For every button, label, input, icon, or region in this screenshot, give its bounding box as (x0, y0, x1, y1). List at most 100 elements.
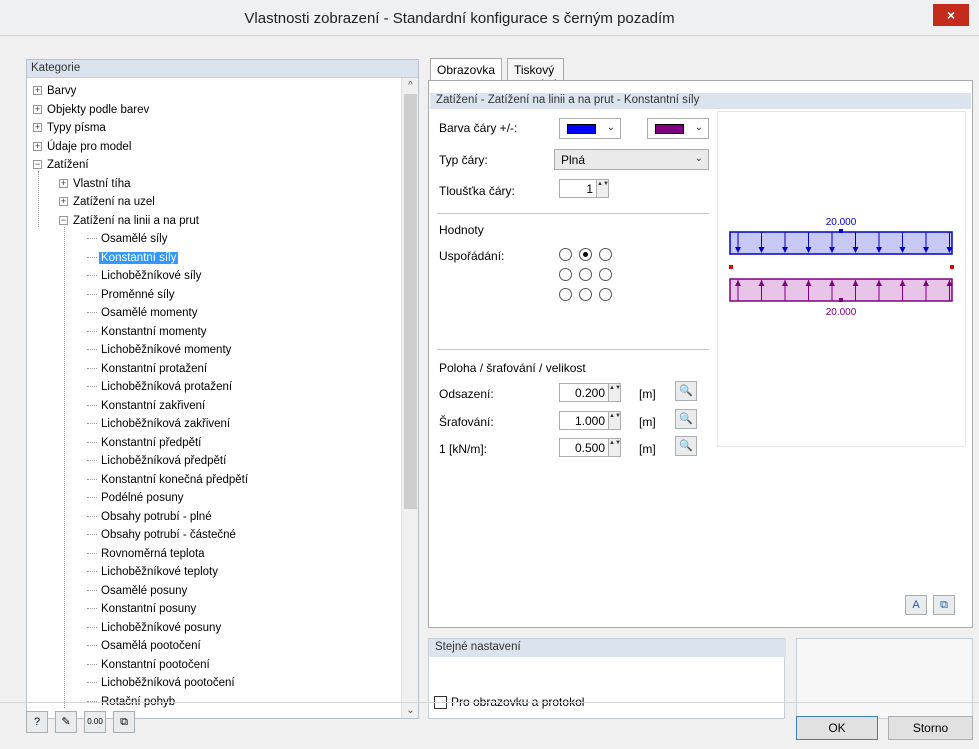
close-button[interactable]: × (933, 4, 969, 26)
arrangement-radio[interactable] (579, 268, 592, 281)
tree-item[interactable]: Konstantní konečná předpětí (87, 472, 250, 488)
scale-spinner[interactable]: 0.500 ▲▼ (559, 438, 621, 457)
tree-item-label: Proměnné síly (101, 288, 175, 301)
arrangement-radio[interactable] (579, 288, 592, 301)
pick-scale-button[interactable]: 🔍 (675, 436, 697, 456)
tree-item[interactable]: Lichoběžníková pootočení (87, 675, 237, 691)
collapse-icon[interactable]: − (33, 160, 42, 170)
pick-hatching-button[interactable]: 🔍 (675, 409, 697, 429)
arrangement-radio[interactable] (599, 288, 612, 301)
negative-color-select[interactable]: ⌄ (647, 118, 709, 139)
arrangement-radio[interactable] (559, 248, 572, 261)
negative-value-label: 20.000 (826, 307, 857, 318)
line-width-spinner[interactable]: 1 ▲▼ (559, 179, 609, 198)
expand-icon[interactable]: + (33, 141, 42, 151)
tree-item[interactable]: − Zatížení (33, 157, 91, 173)
tree-item[interactable]: + Objekty podle barev (33, 102, 151, 118)
tree-item[interactable]: Lichoběžníkové momenty (87, 342, 233, 358)
tree-item[interactable]: Osamělé síly (87, 231, 169, 247)
expand-icon[interactable]: + (33, 86, 42, 96)
scroll-down-icon[interactable]: ⌄ (402, 705, 419, 716)
reset-button[interactable]: ⧉ (933, 595, 955, 615)
tree-item[interactable]: + Typy písma (33, 120, 108, 136)
tree-item[interactable]: Obsahy potrubí - částečné (87, 527, 238, 543)
tree-item[interactable]: Proměnné síly (87, 287, 177, 303)
edit-button[interactable]: ✎ (55, 711, 77, 733)
cancel-button[interactable]: Storno (888, 716, 973, 740)
tree-item[interactable]: Lichoběžníková zakřivení (87, 416, 232, 432)
title-bar: Vlastnosti zobrazení - Standardní konfig… (0, 0, 979, 36)
section-title: Zatížení - Zatížení na linii a na prut -… (430, 93, 971, 109)
font-button[interactable]: A (905, 595, 927, 615)
expand-icon[interactable]: + (59, 178, 68, 188)
ok-button[interactable]: OK (796, 716, 878, 740)
tree-item-label: Zatížení na linii a na prut (73, 214, 199, 227)
tree-item-label: Osamělé síly (101, 233, 168, 245)
arrangement-radio[interactable] (559, 268, 572, 281)
tree-item[interactable]: Konstantní posuny (87, 601, 198, 617)
arrangement-radio[interactable] (579, 248, 592, 261)
tree-item[interactable]: Konstantní momenty (87, 324, 208, 340)
tree-connector (87, 423, 97, 425)
spin-arrows-icon[interactable]: ▲▼ (608, 412, 621, 429)
pick-offset-button[interactable]: 🔍 (675, 381, 697, 401)
arrangement-radio[interactable] (599, 268, 612, 281)
spin-arrows-icon[interactable]: ▲▼ (608, 439, 621, 456)
collapse-icon[interactable]: − (59, 215, 68, 225)
tree-item[interactable]: − Zatížení na linii a na prut (59, 213, 201, 229)
tree-item[interactable]: Lichoběžníkové posuny (87, 620, 223, 636)
tree-item[interactable]: Rovnoměrná teplota (87, 546, 207, 562)
expand-icon[interactable]: + (33, 104, 42, 114)
tab-screen[interactable]: Obrazovka (430, 58, 503, 81)
tree-item[interactable]: Konstantní protažení (87, 361, 209, 377)
tree-item[interactable]: Konstantní pootočení (87, 657, 212, 673)
tree-item-label: Konstantní posuny (101, 603, 197, 615)
position-header: Poloha / šrafování / velikost (439, 361, 586, 375)
hatching-spinner[interactable]: 1.000 ▲▼ (559, 411, 621, 430)
tree-item[interactable]: Lichoběžníková předpětí (87, 453, 228, 469)
tree-connector (87, 404, 97, 406)
tree-item[interactable]: Osamělé posuny (87, 583, 189, 599)
tree-item[interactable]: Podélné posuny (87, 490, 185, 506)
tree-item[interactable]: + Údaje pro model (33, 139, 133, 155)
tree-item[interactable]: + Vlastní tíha (59, 176, 133, 192)
tree-connector (87, 312, 97, 314)
scale-unit: [m] (639, 442, 656, 456)
tree-item[interactable]: Osamělé momenty (87, 305, 200, 321)
tree-item[interactable]: Lichoběžníkové teploty (87, 564, 220, 580)
tab-print-protocol[interactable]: Tiskový protokol (507, 58, 564, 91)
offset-spinner[interactable]: 0.200 ▲▼ (559, 383, 621, 402)
window-title: Vlastnosti zobrazení - Standardní konfig… (244, 10, 675, 27)
positive-load-area (729, 231, 953, 255)
arrangement-radio[interactable] (599, 248, 612, 261)
reset-icon: ⧉ (940, 599, 948, 611)
tree-item[interactable]: + Zatížení na uzel (59, 194, 157, 210)
scroll-thumb[interactable] (404, 94, 417, 509)
tree-item[interactable]: Lichoběžníková protažení (87, 379, 234, 395)
tree-scrollbar[interactable]: ^ ⌄ (401, 78, 418, 718)
tree-item[interactable]: Osamělá pootočení (87, 638, 203, 654)
help-button[interactable]: ? (26, 711, 48, 733)
tree-item[interactable]: Obsahy potrubí - plné (87, 509, 214, 525)
arrangement-radio[interactable] (559, 288, 572, 301)
tree-item[interactable]: Konstantní zakřivení (87, 398, 207, 414)
line-type-select[interactable]: Plná ⌄ (554, 149, 709, 170)
tree-item[interactable]: Konstantní síly (87, 250, 179, 266)
scroll-up-icon[interactable]: ^ (402, 80, 419, 91)
expand-icon[interactable]: + (59, 197, 68, 207)
tree-item[interactable]: + Barvy (33, 83, 78, 99)
magnifier-icon: 🔍 (679, 413, 693, 425)
decimal-places-button[interactable]: 0.00 (84, 711, 106, 733)
spin-arrows-icon[interactable]: ▲▼ (596, 180, 609, 197)
spin-arrows-icon[interactable]: ▲▼ (608, 384, 621, 401)
tree-item[interactable]: Lichoběžníkové síly (87, 268, 203, 284)
tree-connector (87, 645, 97, 647)
tree-item[interactable]: Konstantní předpětí (87, 435, 203, 451)
expand-icon[interactable]: + (33, 123, 42, 133)
tree-connector (87, 626, 97, 628)
copy-settings-button[interactable]: ⧉ (113, 711, 135, 733)
tree-item-label: Lichoběžníková zakřivení (101, 418, 231, 430)
positive-color-select[interactable]: ⌄ (559, 118, 621, 139)
line-width-value: 1 (586, 182, 593, 196)
tree-connector (87, 515, 97, 517)
